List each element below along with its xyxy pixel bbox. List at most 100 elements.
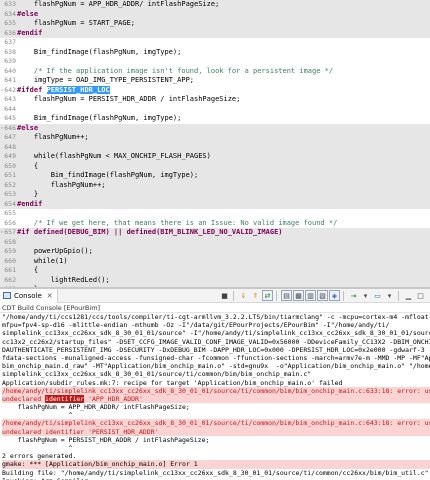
error-line[interactable]: /home/andy/ti/simplelink_cc13xx_cc26xx_s…: [2, 419, 430, 428]
console-line: ^: [2, 411, 430, 419]
console-line: bim_onchip_main.d_raw" -MT"Application/b…: [2, 362, 430, 370]
console-line: simplelink_cc13xx_cc26xx_sdk_8_30_01_01/…: [2, 329, 430, 337]
code-text: #if defined(DEBUG_BIM) || defined(BIM_BL…: [17, 228, 430, 238]
code-line[interactable]: 651 Bim_findImage(flashPgNum, imgType);: [0, 171, 430, 181]
console-text: fdata-sections -munaligned-access -funsi…: [2, 353, 430, 362]
console-line: Building file: "/home/andy/ti/simplelink…: [2, 469, 430, 477]
code-text: #ifdef PERSIST_HDR_LOC: [17, 85, 430, 96]
code-text-content: flashPgNum = PERSIST_HDR_ADDR / intFlash…: [17, 95, 241, 103]
error-line[interactable]: /home/andy/ti/simplelink_cc13xx_cc26xx_s…: [2, 386, 430, 395]
pin-console-icon[interactable]: ⇄: [262, 290, 273, 301]
line-number-text: 662: [4, 275, 16, 284]
code-line[interactable]: 661 {: [0, 266, 430, 276]
code-line[interactable]: 644: [0, 105, 430, 115]
console-text: bim_onchip_main.d_raw" -MT"Application/b…: [2, 362, 430, 371]
code-text: flashPgNum++;: [17, 181, 430, 191]
copy-icon[interactable]: ▦: [293, 290, 304, 301]
fold-icon[interactable]: ◦: [0, 228, 4, 238]
console-toolbar: ■ ⇓ ⇑ ⇄ ▤ ▦ ▥ ▧ ◈ ⇥ ▾ ▭ ▾ ▁ □: [218, 289, 430, 303]
code-line[interactable]: 633 flashPgNum = APP_HDR_ADDR/ intFlashP…: [0, 0, 430, 10]
code-text-content: #ifdef: [17, 85, 47, 94]
code-text: while(1): [17, 257, 430, 267]
code-line[interactable]: 640 /* If the application image isn't fo…: [0, 67, 430, 77]
code-line[interactable]: ◦ 646 #else: [0, 123, 430, 134]
line-number: 654: [0, 200, 17, 210]
line-number: 644: [0, 105, 17, 115]
line-number: 648: [0, 143, 17, 153]
code-line[interactable]: 637: [0, 38, 430, 48]
code-text-content: flashPgNum = START_PAGE;: [17, 19, 136, 27]
line-number-text: 641: [4, 76, 16, 84]
code-text: {: [17, 162, 430, 172]
clear-console-icon[interactable]: ▤: [281, 290, 292, 301]
line-number-text: 638: [4, 47, 16, 56]
toolbar-separator: [276, 290, 277, 301]
code-line[interactable]: 656 /* If we get here, that means there …: [0, 219, 430, 229]
code-line[interactable]: 662 lightRedLed();: [0, 275, 430, 285]
console-text: "/home/andy/ti/ccs1281/ccs/tools/compile…: [2, 313, 430, 321]
code-line[interactable]: 654 #endif: [0, 199, 430, 210]
tab-console[interactable]: Console ✕: [0, 288, 58, 303]
console-text: /home/andy/ti/simplelink_cc13xx_cc26xx_s…: [2, 386, 430, 395]
line-number: 649: [0, 152, 17, 162]
open-console-icon[interactable]: ▧: [317, 290, 328, 301]
code-editor[interactable]: 633 flashPgNum = APP_HDR_ADDR/ intFlashP…: [0, 0, 430, 287]
display-selected-console-icon[interactable]: ▥: [305, 290, 316, 301]
console-menu-icon[interactable]: ◈: [329, 290, 340, 301]
console-output[interactable]: "/home/andy/ti/ccs1281/ccs/tools/compile…: [0, 313, 430, 480]
console-line: cc13x2_cc26x2/startup_files" -DSET_CCFG_…: [2, 338, 430, 346]
code-line[interactable]: 634 #else: [0, 9, 430, 20]
code-line[interactable]: 636 #endif: [0, 28, 430, 38]
code-line[interactable]: 648: [0, 142, 430, 153]
code-line[interactable]: 650 {: [0, 161, 430, 172]
code-line[interactable]: 660 while(1): [0, 256, 430, 267]
code-line[interactable]: 639: [0, 57, 430, 67]
maximize-icon[interactable]: □: [415, 290, 426, 301]
view-menu-icon[interactable]: ▾: [360, 290, 371, 301]
code-text: /* If the application image isn't found,…: [17, 67, 430, 77]
minimize-icon[interactable]: ▁: [403, 290, 414, 301]
console-text: Application/subdir_rules.mk:7: recipe fo…: [2, 378, 343, 387]
fold-icon[interactable]: ◦: [0, 124, 4, 134]
console-text: cc13x2_cc26x2/startup_files" -DSET_CCFG_…: [2, 337, 430, 346]
code-line[interactable]: 659 powerUpGpio();: [0, 247, 430, 257]
display-console-icon[interactable]: ▭: [372, 290, 383, 301]
line-number: 634: [0, 10, 17, 20]
code-text: #endif: [17, 200, 430, 210]
console-line: DAUTHENTICATE_PERSISTENT_IMG -DSECURITY …: [2, 346, 430, 354]
error-line[interactable]: undeclared identifier 'PERSIST_HDR_ADDR': [2, 427, 430, 436]
console-text: Building file: "/home/andy/ti/simplelink…: [2, 468, 429, 477]
dropdown-icon[interactable]: ▾: [384, 290, 395, 301]
code-line[interactable]: 647 flashPgNum++;: [0, 133, 430, 143]
code-line[interactable]: 638 Bim_findImage(flashPgNum, imgType);: [0, 48, 430, 58]
line-number-text: 644: [4, 104, 16, 113]
code-line[interactable]: 643 flashPgNum = PERSIST_HDR_ADDR / intF…: [0, 95, 430, 105]
line-number: 651: [0, 171, 17, 181]
line-number: 650: [0, 162, 17, 172]
code-line[interactable]: ◦ 657 #if defined(DEBUG_BIM) || defined(BI…: [0, 228, 430, 238]
scroll-lock-icon[interactable]: ⇓: [238, 290, 249, 301]
code-text-content: Bim_findImage(flashPgNum, imgType);: [17, 114, 182, 122]
line-number: 638: [0, 48, 17, 58]
code-line[interactable]: 653 }: [0, 190, 430, 200]
code-line[interactable]: 655: [0, 209, 430, 219]
code-line[interactable]: 652 flashPgNum++;: [0, 180, 430, 191]
code-line[interactable]: 649 while(flashPgNum < MAX_ONCHIP_FLASH_…: [0, 152, 430, 162]
console-text: flashPgNum = APP_HDR_ADDR/ intFlashPageS…: [2, 403, 190, 412]
code-line[interactable]: 645 Bim_findImage(flashPgNum, imgType);: [0, 114, 430, 124]
console-line: "/home/andy/ti/ccs1281/ccs/tools/compile…: [2, 313, 430, 321]
console-icon: [3, 292, 11, 299]
code-line[interactable]: 658: [0, 237, 430, 248]
stop-icon[interactable]: ■: [219, 290, 230, 301]
new-console-icon[interactable]: ⇥: [348, 290, 359, 301]
close-icon[interactable]: ✕: [47, 292, 53, 300]
line-number-text: 649: [4, 152, 16, 160]
line-number: 658: [0, 238, 17, 248]
code-line[interactable]: ◦ 642 #ifdef PERSIST_HDR_LOC: [0, 85, 430, 96]
word-wrap-icon[interactable]: ⇑: [250, 290, 261, 301]
error-line[interactable]: undeclared identifier 'APP_HDR_ADDR': [2, 394, 430, 404]
code-line[interactable]: 641 imgType = OAD_IMG_TYPE_PERSISTENT_AP…: [0, 76, 430, 86]
code-line[interactable]: 635 flashPgNum = START_PAGE;: [0, 19, 430, 29]
fold-icon[interactable]: ◦: [0, 86, 4, 96]
